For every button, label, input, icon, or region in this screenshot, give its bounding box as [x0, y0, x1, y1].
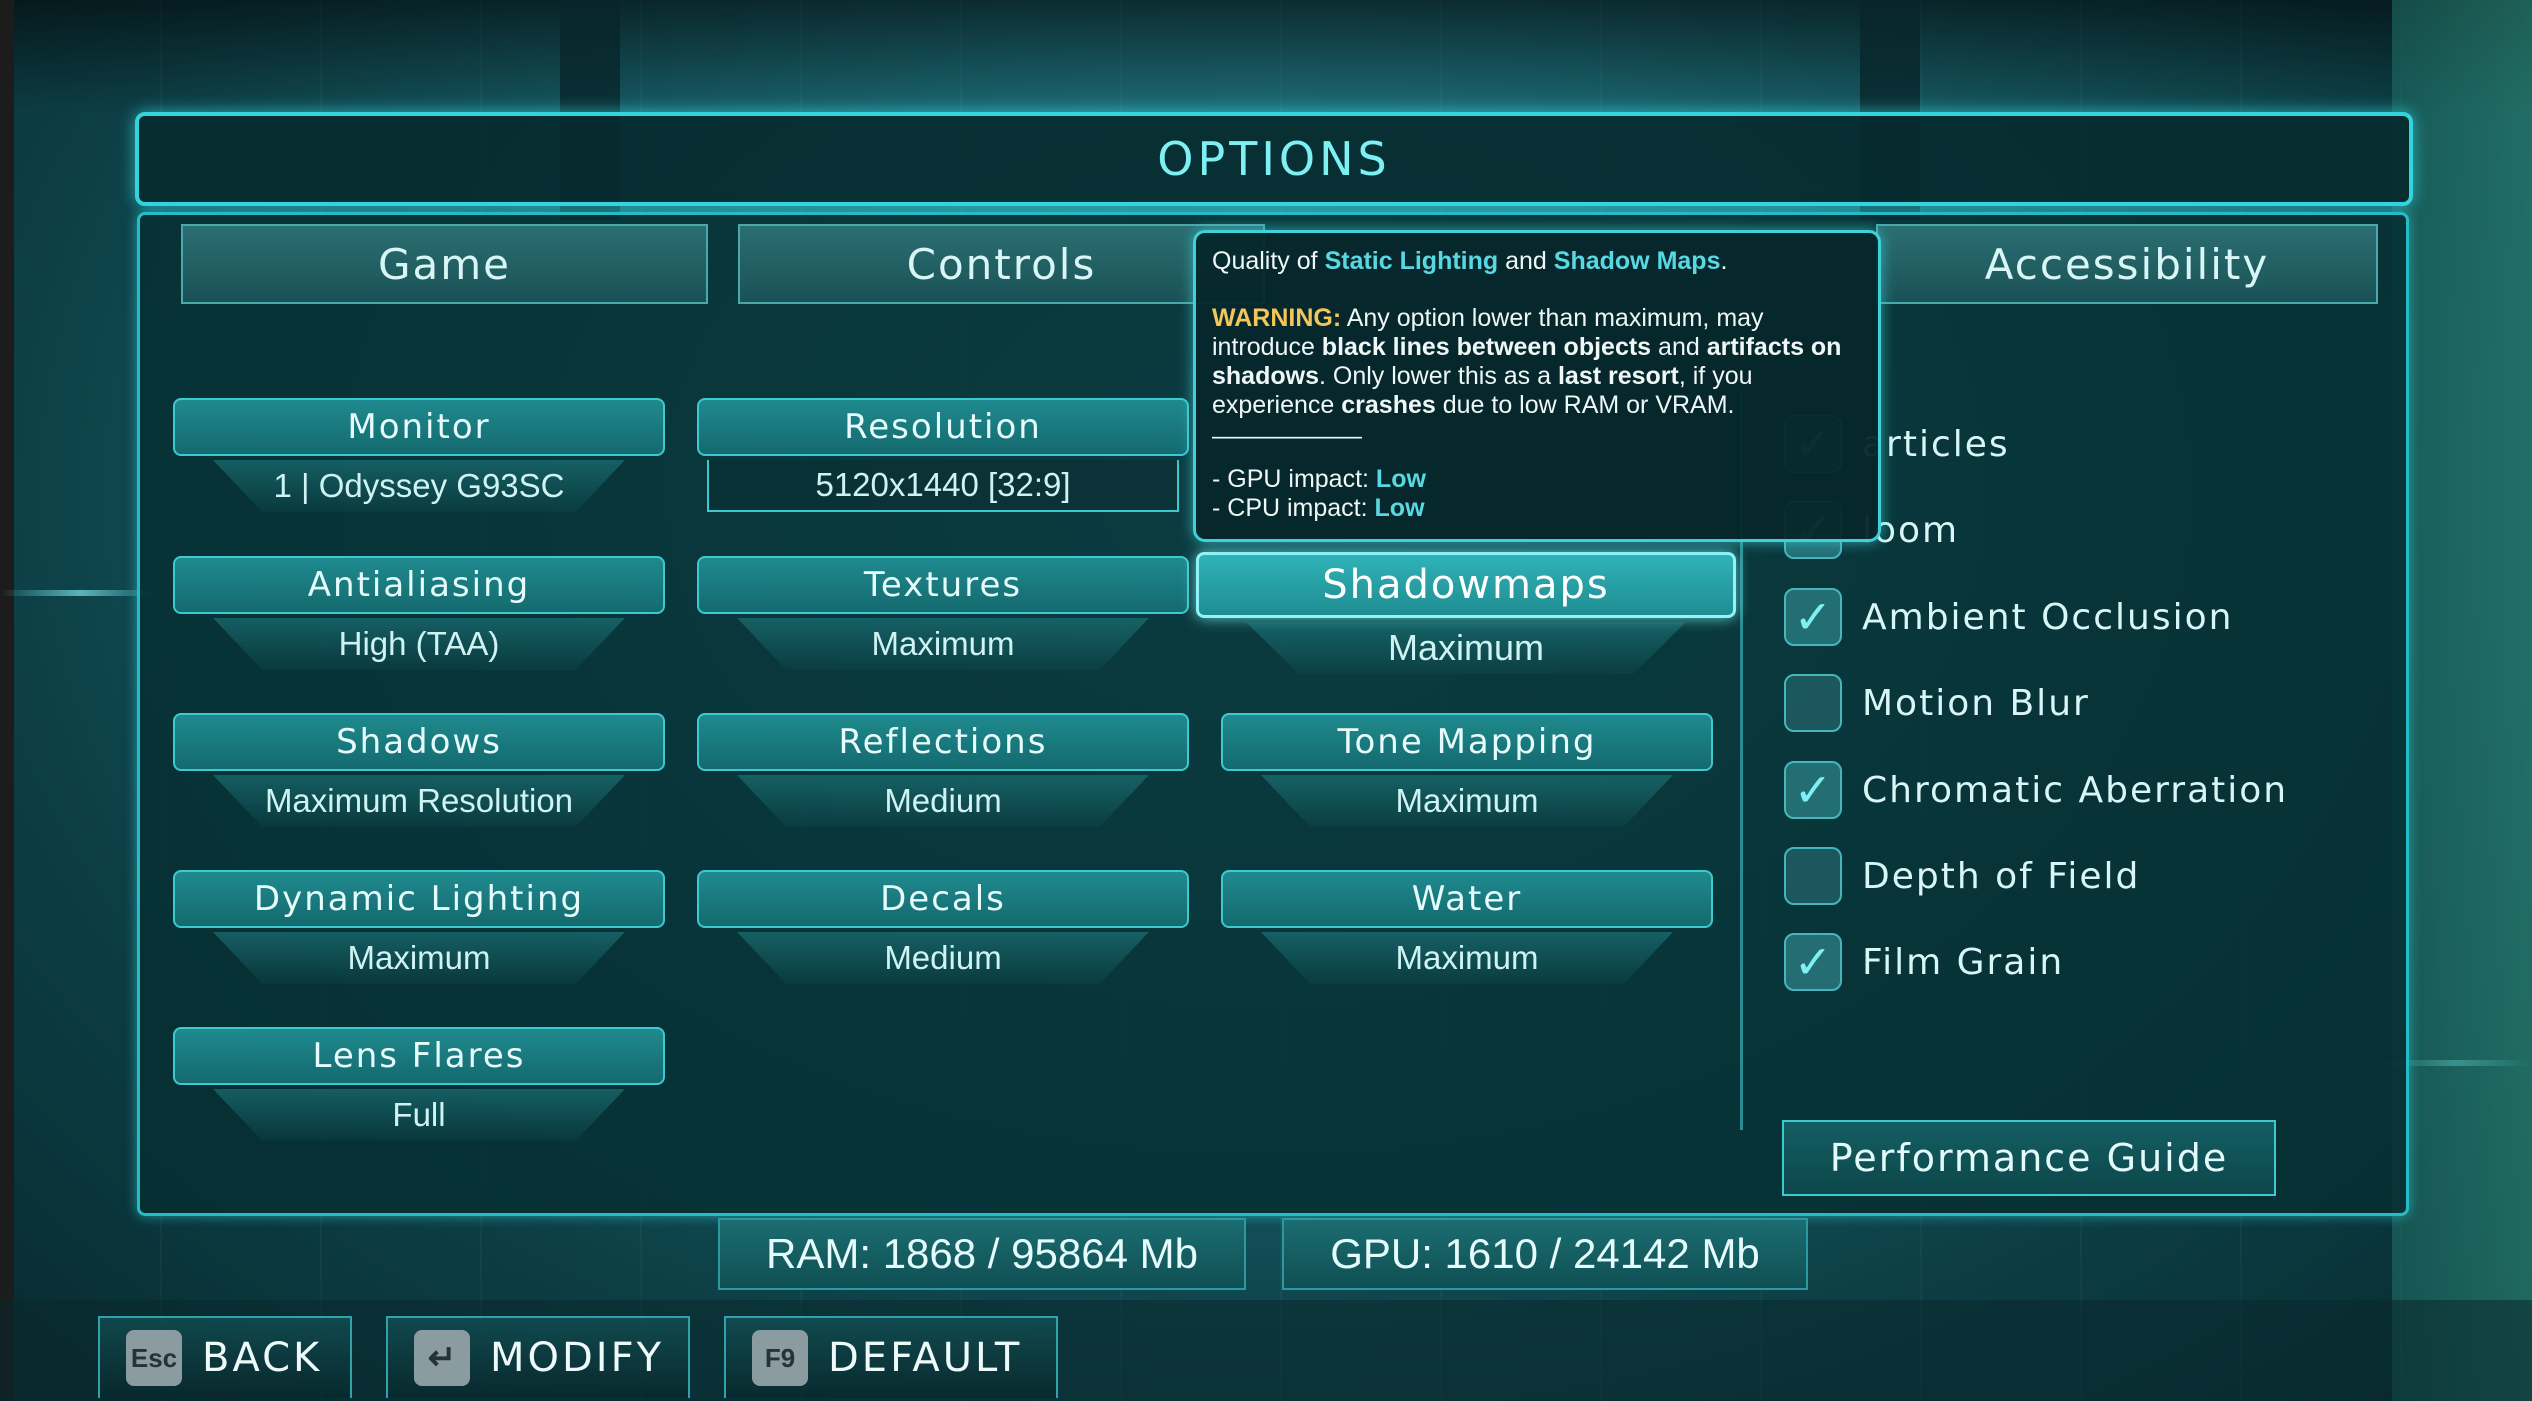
option-value: Maximum Resolution [213, 775, 625, 827]
option-value: 5120x1440 [32:9] [707, 460, 1179, 512]
option-tone-mapping[interactable]: Tone Mapping Maximum [1221, 713, 1713, 837]
option-dynamic-lighting[interactable]: Dynamic Lighting Maximum [173, 870, 665, 994]
options-title-bar: OPTIONS [135, 112, 2413, 206]
option-water[interactable]: Water Maximum [1221, 870, 1713, 994]
option-label: Reflections [697, 713, 1189, 771]
effect-depth-of-field[interactable]: Depth of Field [1784, 845, 2140, 907]
effect-label: Ambient Occlusion [1862, 596, 2234, 638]
ram-usage: RAM: 1868 / 95864 Mb [718, 1218, 1246, 1290]
checkbox[interactable]: ✓ [1784, 761, 1842, 819]
option-label: Decals [697, 870, 1189, 928]
tooltip-cpu-impact: - CPU impact: Low [1212, 494, 1862, 523]
tooltip-text: . Only lower this as a [1318, 362, 1558, 390]
bg-right-wall [2392, 0, 2532, 1401]
tooltip-gpu-impact: - GPU impact: Low [1212, 465, 1862, 494]
f9-key-icon: F9 [752, 1330, 808, 1386]
tooltip-warning: WARNING: Any option lower than maximum, … [1212, 304, 1862, 420]
checkbox[interactable] [1784, 674, 1842, 732]
option-value: Maximum [1261, 932, 1673, 984]
option-label: Lens Flares [173, 1027, 665, 1085]
effect-label: Chromatic Aberration [1862, 769, 2289, 811]
tooltip-text: and [1498, 247, 1554, 275]
checkbox[interactable]: ✓ [1784, 588, 1842, 646]
option-reflections[interactable]: Reflections Medium [697, 713, 1189, 837]
option-decals[interactable]: Decals Medium [697, 870, 1189, 994]
tooltip-bold: last resort [1557, 362, 1679, 390]
effect-ambient-occlusion[interactable]: ✓ Ambient Occlusion [1784, 586, 2233, 648]
enter-key-icon: ↵ [414, 1330, 470, 1386]
cpu-impact-value: Low [1374, 494, 1425, 522]
tooltip-text: due to low RAM or VRAM. [1435, 391, 1735, 419]
effect-film-grain[interactable]: ✓ Film Grain [1784, 931, 2064, 993]
default-label: DEFAULT [828, 1335, 1023, 1381]
shadowmaps-tooltip: Quality of Static Lighting and Shadow Ma… [1193, 230, 1881, 542]
effect-chromatic-aberration[interactable]: ✓ Chromatic Aberration [1784, 759, 2288, 821]
tooltip-highlight: Static Lighting [1324, 247, 1499, 275]
modify-button[interactable]: ↵ MODIFY [386, 1316, 690, 1398]
option-shadows[interactable]: Shadows Maximum Resolution [173, 713, 665, 837]
option-value: Maximum [1261, 775, 1673, 827]
option-value: Full [213, 1089, 625, 1141]
option-value: High (TAA) [213, 618, 625, 670]
tooltip-text: - CPU impact: [1212, 494, 1375, 522]
option-label: Shadows [173, 713, 665, 771]
option-value: Medium [737, 932, 1149, 984]
effect-label: Depth of Field [1862, 855, 2141, 897]
esc-key-icon: Esc [126, 1330, 182, 1386]
option-label: Tone Mapping [1221, 713, 1713, 771]
option-antialiasing[interactable]: Antialiasing High (TAA) [173, 556, 665, 680]
checkbox[interactable] [1784, 847, 1842, 905]
tooltip-highlight: Shadow Maps [1553, 247, 1721, 275]
back-label: BACK [202, 1335, 323, 1381]
left-edge [0, 0, 14, 1401]
option-value: Maximum [1246, 622, 1686, 674]
tooltip-text: and [1651, 333, 1707, 361]
gpu-impact-value: Low [1375, 465, 1426, 493]
tooltip-text: - GPU impact: [1212, 465, 1376, 493]
tab-accessibility[interactable]: Accessibility [1876, 224, 2378, 304]
tooltip-summary: Quality of Static Lighting and Shadow Ma… [1212, 247, 1862, 276]
tab-controls[interactable]: Controls [738, 224, 1265, 304]
option-label: Textures [697, 556, 1189, 614]
option-value: Medium [737, 775, 1149, 827]
effect-label: Motion Blur [1862, 682, 2090, 724]
effect-label: Film Grain [1862, 941, 2065, 983]
option-label: Monitor [173, 398, 665, 456]
tooltip-text: Quality of [1212, 247, 1325, 275]
gpu-usage: GPU: 1610 / 24142 Mb [1282, 1218, 1808, 1290]
performance-guide-button[interactable]: Performance Guide [1782, 1120, 2276, 1196]
tooltip-bold: black lines between objects [1321, 333, 1652, 361]
effect-label: articles [1862, 423, 2010, 465]
page-title: OPTIONS [1157, 132, 1391, 186]
option-label: Shadowmaps [1196, 552, 1736, 618]
checkbox[interactable]: ✓ [1784, 933, 1842, 991]
bg-light-beam [0, 590, 160, 596]
effect-motion-blur[interactable]: Motion Blur [1784, 672, 2090, 734]
option-label: Antialiasing [173, 556, 665, 614]
tooltip-text: . [1720, 247, 1728, 275]
default-button[interactable]: F9 DEFAULT [724, 1316, 1058, 1398]
option-monitor[interactable]: Monitor 1 | Odyssey G93SC [173, 398, 665, 522]
modify-label: MODIFY [490, 1335, 665, 1381]
tooltip-separator: —————— [1212, 422, 1362, 450]
option-resolution[interactable]: Resolution 5120x1440 [32:9] [697, 398, 1189, 522]
option-textures[interactable]: Textures Maximum [697, 556, 1189, 680]
option-label: Dynamic Lighting [173, 870, 665, 928]
option-shadowmaps[interactable]: Shadowmaps Maximum [1196, 552, 1736, 676]
option-value: Maximum [213, 932, 625, 984]
back-button[interactable]: Esc BACK [98, 1316, 352, 1398]
option-label: Water [1221, 870, 1713, 928]
option-value: Maximum [737, 618, 1149, 670]
option-label: Resolution [697, 398, 1189, 456]
warning-label: WARNING: [1212, 304, 1342, 332]
option-lens-flares[interactable]: Lens Flares Full [173, 1027, 665, 1151]
option-value: 1 | Odyssey G93SC [213, 460, 625, 512]
footer-bar [0, 1300, 2532, 1401]
tab-game[interactable]: Game [181, 224, 708, 304]
tooltip-bold: crashes [1341, 391, 1436, 419]
